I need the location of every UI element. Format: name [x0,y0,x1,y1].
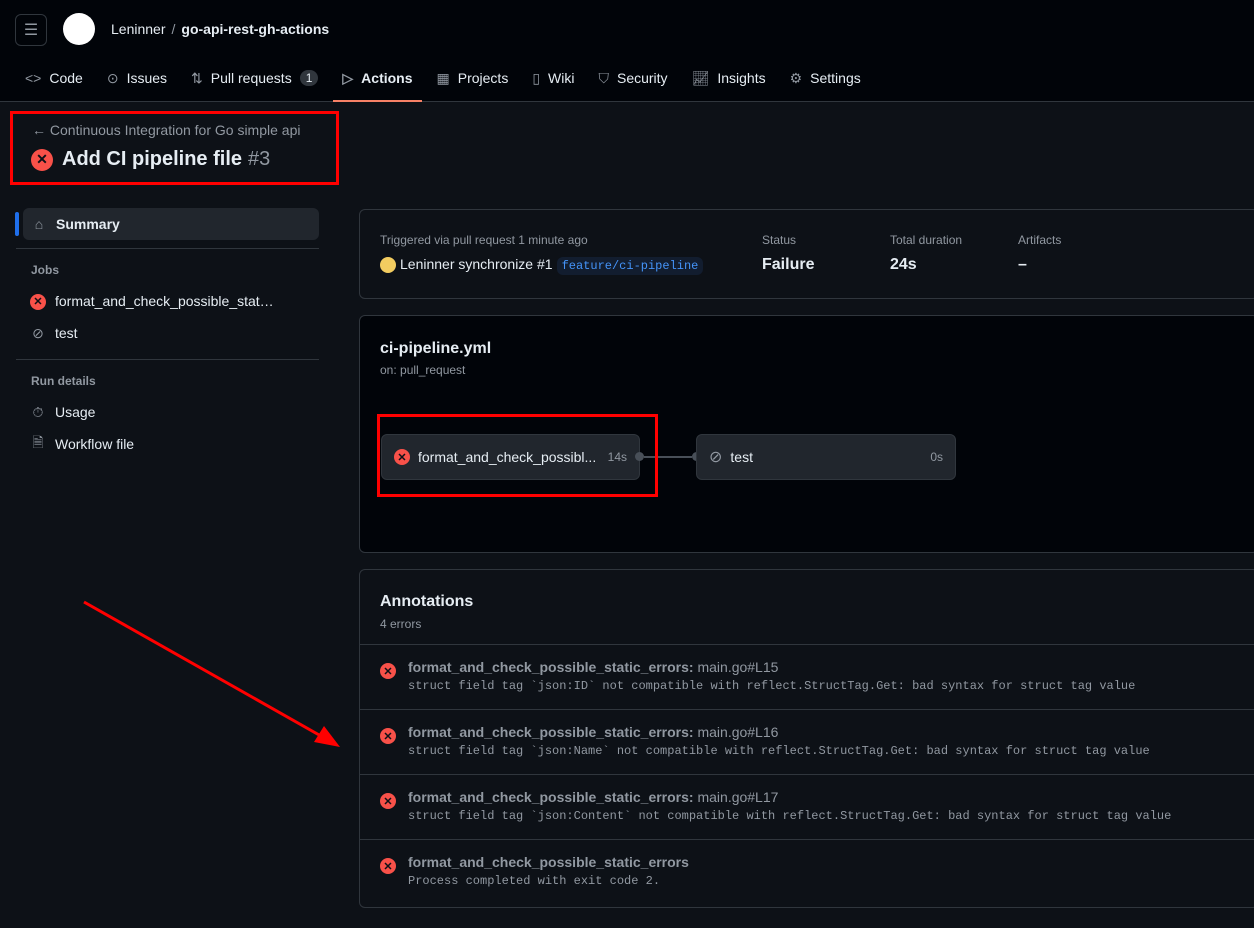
annotation-arrow [83,600,340,747]
